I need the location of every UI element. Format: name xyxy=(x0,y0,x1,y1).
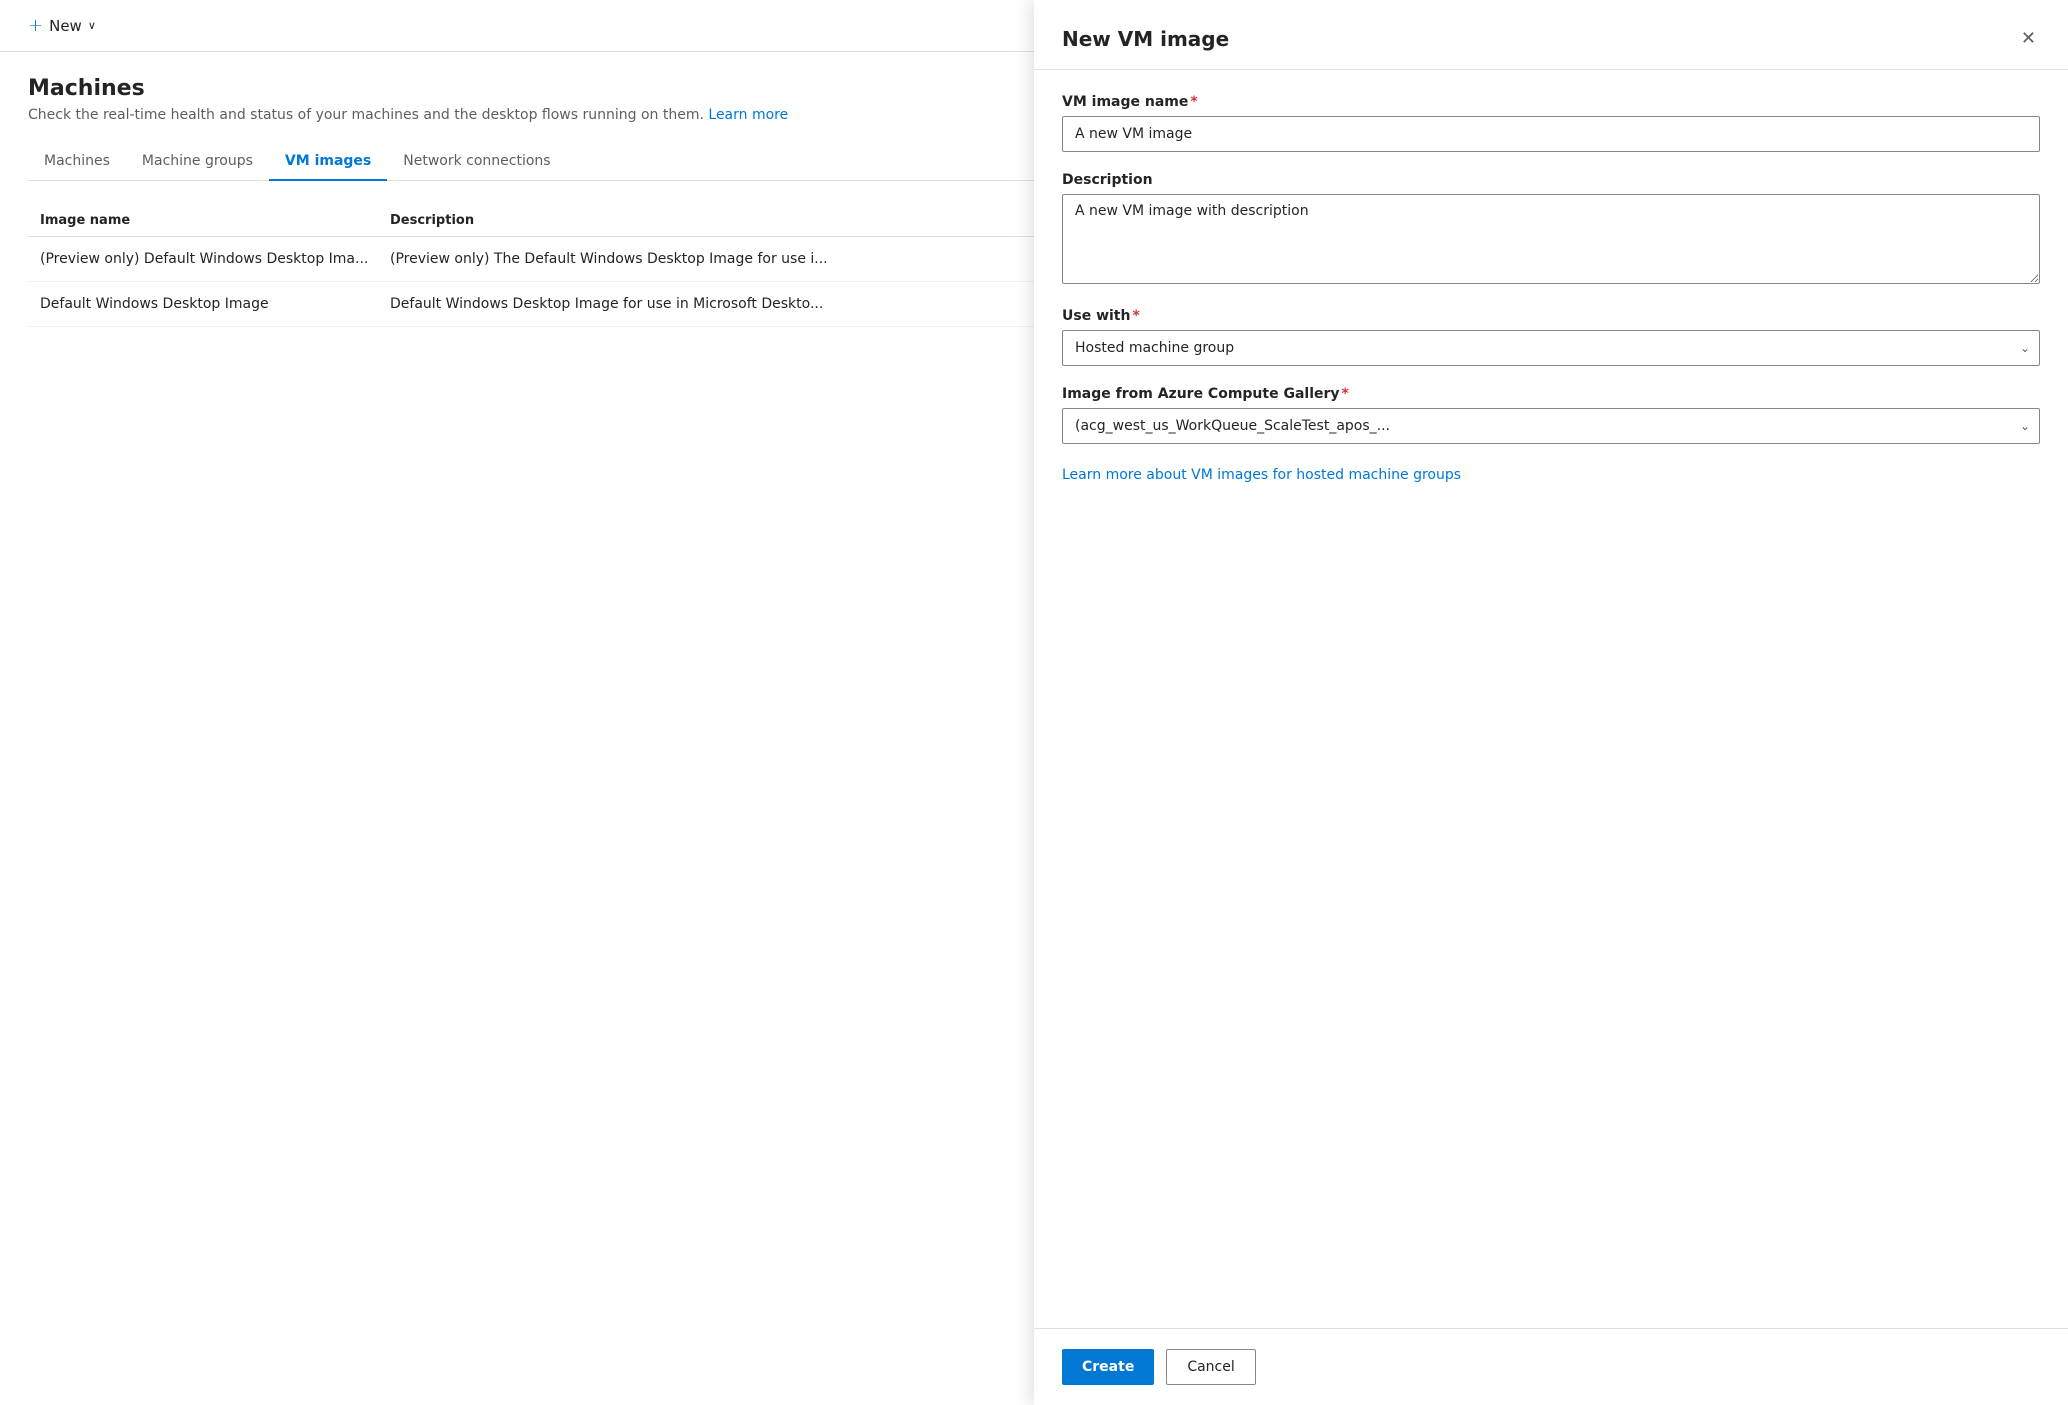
vm-image-name-input[interactable] xyxy=(1062,116,2040,152)
required-star-2: * xyxy=(1132,308,1139,324)
learn-more-link[interactable]: Learn more xyxy=(708,107,788,123)
required-star-3: * xyxy=(1342,386,1349,402)
use-with-group: Use with* Hosted machine group Both ⌄ xyxy=(1062,308,2040,366)
tab-vm-images[interactable]: VM images xyxy=(269,143,387,181)
new-button-label: New xyxy=(49,17,82,35)
use-with-select[interactable]: Hosted machine group Both xyxy=(1062,330,2040,366)
new-vm-image-panel: New VM image ✕ VM image name* Descriptio… xyxy=(1034,0,2068,1405)
description-label: Description xyxy=(1062,172,2040,188)
cell-image-name-1: Default Windows Desktop Image xyxy=(40,296,390,312)
panel-body: VM image name* Description A new VM imag… xyxy=(1034,70,2068,1328)
col-header-image-name: Image name xyxy=(40,213,390,228)
tab-machine-groups[interactable]: Machine groups xyxy=(126,143,269,181)
plus-icon: + xyxy=(28,15,43,36)
panel-footer: Create Cancel xyxy=(1034,1328,2068,1405)
panel-title: New VM image xyxy=(1062,27,1229,51)
use-with-select-wrapper: Hosted machine group Both ⌄ xyxy=(1062,330,2040,366)
tab-machines[interactable]: Machines xyxy=(28,143,126,181)
new-button[interactable]: + New ∨ xyxy=(20,9,104,42)
image-gallery-group: Image from Azure Compute Gallery* (acg_w… xyxy=(1062,386,2040,444)
cell-image-name-0: (Preview only) Default Windows Desktop I… xyxy=(40,251,390,267)
chevron-down-icon: ∨ xyxy=(88,19,96,32)
learn-more-group: Learn more about VM images for hosted ma… xyxy=(1062,464,2040,486)
create-button[interactable]: Create xyxy=(1062,1349,1154,1385)
required-star: * xyxy=(1190,94,1197,110)
close-button[interactable]: ✕ xyxy=(2017,24,2040,53)
panel-header: New VM image ✕ xyxy=(1034,0,2068,70)
vm-images-learn-more-link[interactable]: Learn more about VM images for hosted ma… xyxy=(1062,466,1461,486)
description-textarea[interactable]: A new VM image with description xyxy=(1062,194,2040,284)
vm-image-name-group: VM image name* xyxy=(1062,94,2040,152)
image-gallery-label: Image from Azure Compute Gallery* xyxy=(1062,386,2040,402)
tab-network-connections[interactable]: Network connections xyxy=(387,143,566,181)
description-group: Description A new VM image with descript… xyxy=(1062,172,2040,288)
image-gallery-select[interactable]: (acg_west_us_WorkQueue_ScaleTest_apos_..… xyxy=(1062,408,2040,444)
vm-image-name-label: VM image name* xyxy=(1062,94,2040,110)
image-gallery-select-wrapper: (acg_west_us_WorkQueue_ScaleTest_apos_..… xyxy=(1062,408,2040,444)
use-with-label: Use with* xyxy=(1062,308,2040,324)
cancel-button[interactable]: Cancel xyxy=(1166,1349,1255,1385)
close-icon: ✕ xyxy=(2021,28,2036,49)
